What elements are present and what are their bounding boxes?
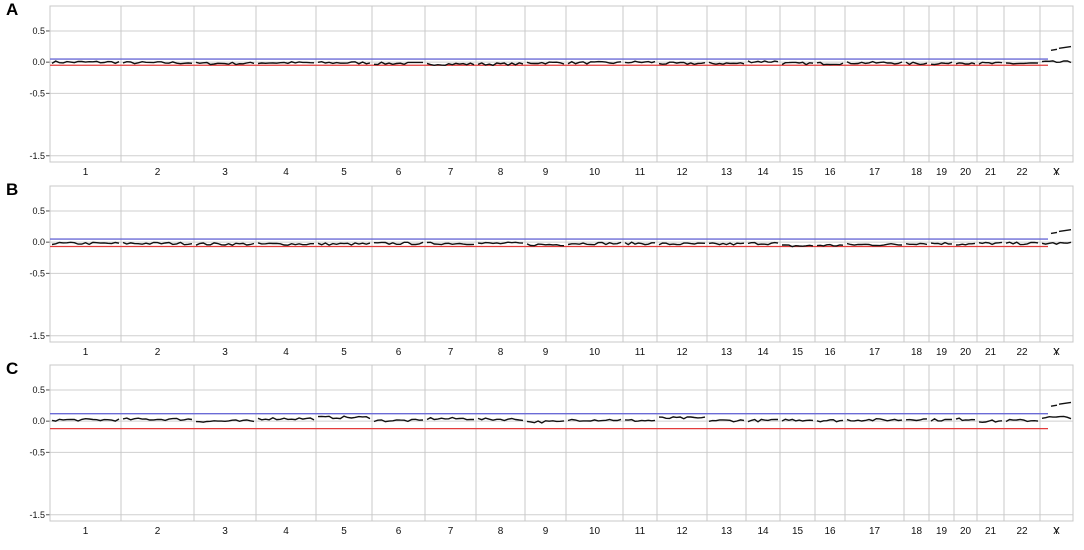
y-tick-label: 0.5 [32, 385, 45, 395]
chromosome-label: 17 [869, 347, 881, 358]
y-tick-label: -0.5 [29, 88, 45, 98]
chromosome-label: 3 [222, 526, 228, 537]
chromosome-label: 11 [635, 347, 646, 358]
plot-frame [49, 364, 1074, 522]
chromosome-label: 8 [498, 526, 504, 537]
y-tick-label: -1.5 [29, 331, 45, 341]
chromosome-label: 12 [676, 347, 688, 358]
chromosome-label: 18 [911, 347, 923, 358]
chromosome-label: 17 [869, 526, 881, 537]
plot-frame [49, 185, 1074, 343]
chromosome-label: 13 [721, 526, 733, 537]
chromosome-label: 20 [960, 167, 972, 178]
chromosome-label: 22 [1016, 347, 1028, 358]
chromosome-label: 1 [83, 347, 89, 358]
chromosome-label: 4 [283, 167, 289, 178]
profile-segment-chr-22 [1005, 62, 1039, 65]
chromosome-label: 20 [960, 526, 972, 537]
y-tick-label: 0.0 [32, 237, 45, 247]
chromosome-label: 4 [283, 526, 289, 537]
chromosome-label: 22 [1016, 167, 1028, 178]
chromosome-label: 9 [543, 526, 549, 537]
chromosome-label: 18 [911, 167, 923, 178]
chromosome-label: 5 [341, 167, 347, 178]
chromosome-label: 5 [341, 347, 347, 358]
chromosome-label: 5 [341, 526, 347, 537]
chromosome-label: 6 [396, 167, 402, 178]
chromosome-label: Y [1053, 526, 1060, 537]
y-tick-label: -1.5 [29, 151, 45, 161]
chromosome-label: 21 [985, 526, 997, 537]
plot-frame [49, 5, 1074, 163]
chromosome-label: 4 [283, 347, 289, 358]
chromosome-label: 17 [869, 167, 881, 178]
chromosome-label: 21 [985, 167, 997, 178]
y-tick-label: 0.0 [32, 57, 45, 67]
chromosome-label: 16 [824, 167, 836, 178]
chromosome-label: 9 [543, 347, 549, 358]
y-tick-label: 0.5 [32, 26, 45, 36]
y-tick-label: -0.5 [29, 268, 45, 278]
y-tick-label: -1.5 [29, 510, 45, 520]
chromosome-label: 15 [792, 347, 804, 358]
chromosome-label: 16 [824, 526, 836, 537]
chromosome-label: 13 [721, 167, 733, 178]
chromosome-label: 14 [757, 167, 769, 178]
chromosome-label: 19 [936, 347, 948, 358]
y-tick-label: 0.5 [32, 206, 45, 216]
chromosome-label: 20 [960, 347, 972, 358]
chromosome-label: 8 [498, 167, 504, 178]
chromosome-label: 18 [911, 526, 923, 537]
chromosome-label: 1 [83, 167, 89, 178]
chromosome-label: 7 [448, 347, 454, 358]
chromosome-label: 11 [635, 167, 646, 178]
chromosome-label: 7 [448, 167, 454, 178]
chromosome-label: 22 [1016, 526, 1028, 537]
chromosome-label: 16 [824, 347, 836, 358]
chromosome-label: 19 [936, 167, 948, 178]
chromosome-label: 6 [396, 526, 402, 537]
chromosome-label: 3 [222, 347, 228, 358]
cnv-chart-figure: 0.50.0-0.5-1.51 2 3 4 5 6 7 8 9 10 11 12 13 14 15 16 17 1… [29, 5, 1074, 537]
chromosome-label: 10 [589, 347, 601, 358]
chromosome-label: 15 [792, 526, 804, 537]
chromosome-label: 2 [155, 167, 161, 178]
chromosome-label: 9 [543, 167, 549, 178]
chromosome-label: 8 [498, 347, 504, 358]
chromosome-label: 13 [721, 347, 733, 358]
y-tick-label: 0.0 [32, 416, 45, 426]
chromosome-label: 12 [676, 526, 688, 537]
chromosome-label: 14 [757, 347, 769, 358]
chromosome-label: 10 [589, 526, 601, 537]
chromosome-label: 19 [936, 526, 948, 537]
chromosome-label: 2 [155, 347, 161, 358]
chromosome-label: 10 [589, 167, 601, 178]
chromosome-label: 1 [83, 526, 89, 537]
chromosome-label: 6 [396, 347, 402, 358]
chromosome-label: 7 [448, 526, 454, 537]
chromosome-label: 21 [985, 347, 997, 358]
chromosome-label: 3 [222, 167, 228, 178]
chromosome-label: Y [1053, 167, 1060, 178]
y-tick-label: -0.5 [29, 447, 45, 457]
chromosome-label: 14 [757, 526, 769, 537]
chromosome-label: 12 [676, 167, 688, 178]
chromosome-label: 15 [792, 167, 804, 178]
chromosome-label: 11 [635, 526, 646, 537]
chromosome-label: 2 [155, 526, 161, 537]
chromosome-label: Y [1053, 347, 1060, 358]
